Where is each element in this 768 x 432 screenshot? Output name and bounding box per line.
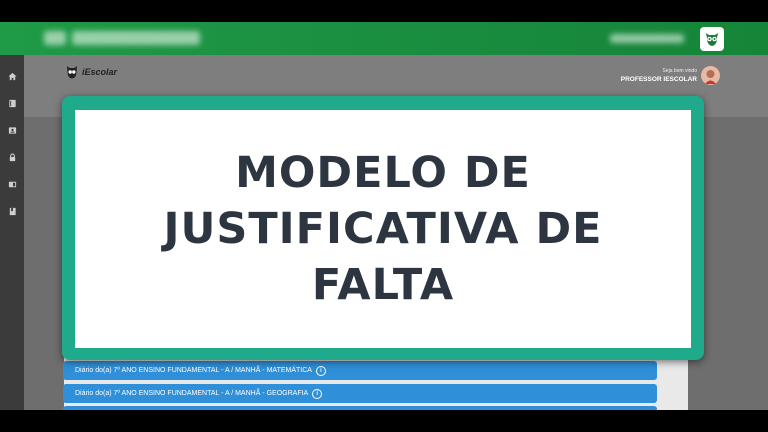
card-icon[interactable] bbox=[0, 171, 24, 198]
diary-row-geografia[interactable]: Diário do(a) 7º ANO ENSINO FUNDAMENTAL -… bbox=[63, 384, 657, 403]
title-banner-inner: MODELO DE JUSTIFICATIVA DE FALTA bbox=[75, 110, 691, 348]
diary-row-label: Diário do(a) 7º ANO ENSINO FUNDAMENTAL -… bbox=[75, 367, 312, 374]
blurred-school-name bbox=[44, 31, 66, 45]
owl-logo-icon[interactable] bbox=[700, 27, 724, 51]
blurred-header-text bbox=[72, 31, 200, 45]
avatar[interactable] bbox=[701, 66, 720, 85]
brand-name: iEscolar bbox=[82, 67, 118, 77]
title-banner: MODELO DE JUSTIFICATIVA DE FALTA bbox=[62, 96, 704, 360]
diary-row-label: Diário do(a) 7º ANO ENSINO FUNDAMENTAL -… bbox=[75, 390, 309, 397]
info-icon[interactable]: i bbox=[315, 365, 326, 376]
banner-line-2: JUSTIFICATIVA DE bbox=[163, 204, 603, 254]
banner-title: MODELO DE JUSTIFICATIVA DE FALTA bbox=[163, 145, 602, 313]
welcome-text: Seja bem vindo bbox=[662, 68, 697, 74]
welcome-block: Seja bem vindo PROFESSOR IESCOLAR bbox=[621, 68, 697, 83]
book-icon[interactable] bbox=[0, 90, 24, 117]
app-screen: iEscolar Seja bem vindo PROFESSOR IESCOL… bbox=[0, 22, 768, 410]
id-card-icon[interactable] bbox=[0, 117, 24, 144]
info-icon[interactable]: i bbox=[312, 388, 323, 399]
brand-logo[interactable]: iEscolar bbox=[66, 65, 117, 79]
diary-row-matematica[interactable]: Diário do(a) 7º ANO ENSINO FUNDAMENTAL -… bbox=[63, 361, 657, 380]
user-name[interactable]: PROFESSOR IESCOLAR bbox=[621, 76, 697, 83]
banner-line-3: FALTA bbox=[311, 260, 455, 310]
owl-brand-icon bbox=[67, 66, 77, 79]
top-bar bbox=[0, 22, 768, 55]
banner-line-1: MODELO DE bbox=[235, 148, 531, 198]
home-icon[interactable] bbox=[0, 63, 24, 90]
lock-icon[interactable] bbox=[0, 144, 24, 171]
bookmark-book-icon[interactable] bbox=[0, 198, 24, 225]
diary-row-partial[interactable] bbox=[63, 406, 657, 410]
blurred-user-info bbox=[610, 34, 684, 43]
sidebar bbox=[0, 55, 24, 410]
